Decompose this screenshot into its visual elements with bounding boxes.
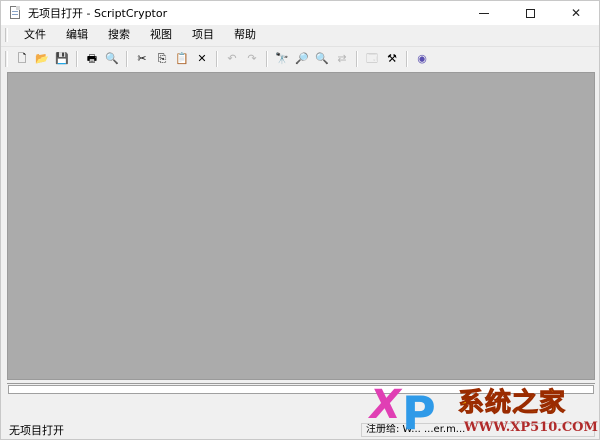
undo-icon[interactable]: ↶ (223, 50, 241, 68)
status-text: 无项目打开 (9, 424, 64, 437)
menu-view[interactable]: 视图 (140, 25, 182, 45)
help-globe-icon[interactable]: ◉ (413, 50, 431, 68)
status-bar: 无项目打开 注册给: W... ...er.m... (1, 421, 599, 439)
menu-file[interactable]: 文件 (14, 25, 56, 45)
open-folder-icon[interactable]: 📂 (33, 50, 51, 68)
paste-icon[interactable]: 📋 (173, 50, 191, 68)
toolbar-separator (406, 50, 408, 67)
find-next-icon[interactable]: 🔎 (293, 50, 311, 68)
print-preview-icon[interactable]: 🔍 (103, 50, 121, 68)
maximize-button[interactable] (507, 1, 553, 25)
delete-icon[interactable]: ✕ (193, 50, 211, 68)
editor-workspace[interactable] (7, 72, 595, 380)
output-line[interactable] (8, 385, 594, 394)
registration-status: 注册给: W... ...er.m... (361, 423, 595, 437)
build-icon[interactable]: ⚒ (383, 50, 401, 68)
toolbar-separator (216, 50, 218, 67)
cut-icon[interactable]: ✂ (133, 50, 151, 68)
save-icon[interactable]: 💾 (53, 50, 71, 68)
window-title: 无项目打开 - ScriptCryptor (28, 7, 168, 20)
toolbar-separator (126, 50, 128, 67)
window-controls: ✕ (461, 1, 599, 25)
redo-icon[interactable]: ↷ (243, 50, 261, 68)
toolbar-separator (266, 50, 268, 67)
menu-bar: 文件 编辑 搜索 视图 项目 帮助 (1, 25, 599, 45)
title-bar[interactable]: 无项目打开 - ScriptCryptor ✕ (1, 1, 599, 25)
toolbar-separator (76, 50, 78, 67)
close-icon: ✕ (570, 6, 582, 20)
maximize-icon (525, 8, 535, 18)
project-settings-icon[interactable]: 🗔 (363, 50, 381, 68)
copy-icon[interactable]: ⎘ (153, 50, 171, 68)
find-prev-icon[interactable]: 🔍 (313, 50, 331, 68)
output-panel (7, 383, 595, 419)
minimize-button[interactable] (461, 1, 507, 25)
toolbar: 🗋 📂 💾 🖶 🔍 ✂ ⎘ 📋 ✕ ↶ ↷ 🔭 🔎 🔍 ⇄ 🗔 ⚒ ◉ (1, 46, 599, 70)
menu-help[interactable]: 帮助 (224, 25, 266, 45)
print-icon[interactable]: 🖶 (83, 50, 101, 68)
app-window: 无项目打开 - ScriptCryptor ✕ 文件 编辑 搜索 视图 项目 帮… (0, 0, 600, 440)
menu-project[interactable]: 项目 (182, 25, 224, 45)
new-file-icon[interactable]: 🗋 (13, 50, 31, 68)
minimize-icon (479, 12, 489, 14)
find-icon[interactable]: 🔭 (273, 50, 291, 68)
menu-search[interactable]: 搜索 (98, 25, 140, 45)
toolbar-separator (356, 50, 358, 67)
replace-icon[interactable]: ⇄ (333, 50, 351, 68)
menu-grip[interactable] (5, 28, 8, 42)
menu-edit[interactable]: 编辑 (56, 25, 98, 45)
toolbar-grip[interactable] (5, 50, 8, 67)
close-button[interactable]: ✕ (553, 1, 599, 25)
app-icon[interactable] (8, 6, 22, 20)
